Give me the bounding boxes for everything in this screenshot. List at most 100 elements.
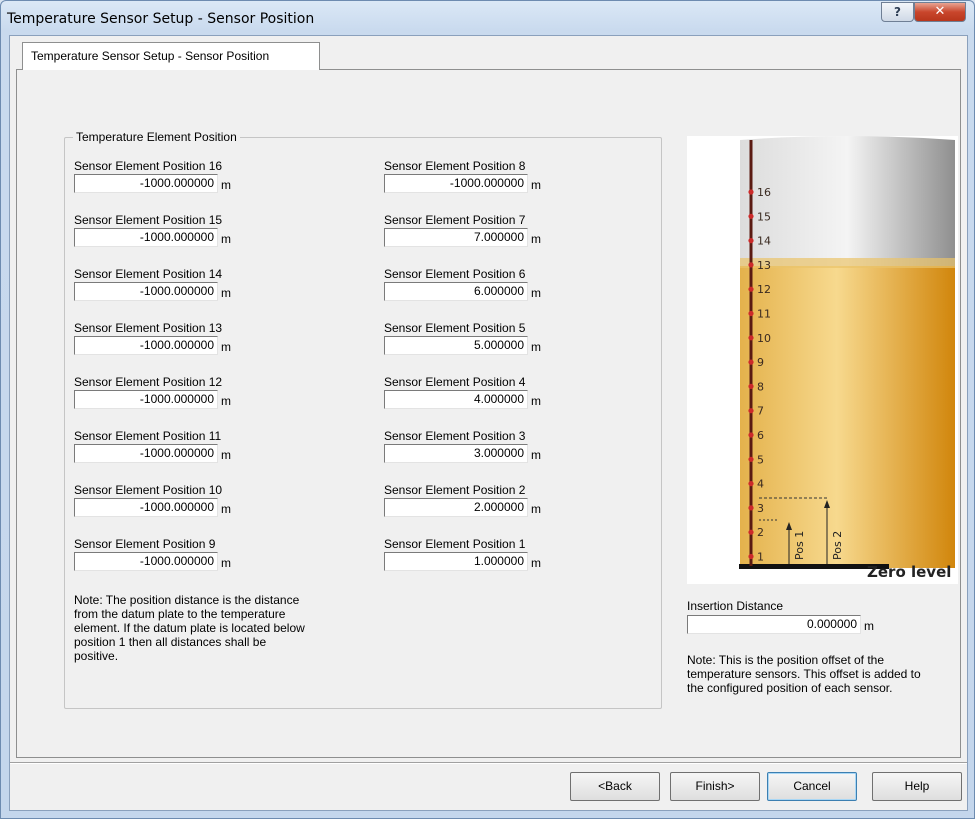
sensor-position-input[interactable]: 7.000000 [384,228,528,247]
help-title-button[interactable]: ? [881,2,914,22]
sensor-position-input[interactable]: -1000.000000 [74,174,218,193]
unit-label: m [221,502,231,516]
sensor-position-input[interactable]: -1000.000000 [74,228,218,247]
sensor-position-input[interactable]: -1000.000000 [74,336,218,355]
insertion-distance-input[interactable]: 0.000000 [687,615,861,634]
sensor-position-label: Sensor Element Position 1 [384,537,526,551]
sensor-tick-label: 8 [757,380,764,393]
sensor-tick-label: 12 [757,283,771,296]
unit-label: m [221,232,231,246]
tab-panel: Temperature Element Position Sensor Elem… [16,69,961,758]
sensor-dot [748,262,754,268]
title-bar[interactable]: Temperature Sensor Setup - Sensor Positi… [1,1,974,35]
sensor-position-label: Sensor Element Position 15 [74,213,223,227]
note-line: Note: The position distance is the dista… [74,593,300,607]
sensor-position-input[interactable]: -1000.000000 [74,282,218,301]
tank-diagram-svg: Zero level 16 15 14 13 12 11 10 9 8 7 6 5 4 3 2 1 Pos 1… [739,136,955,581]
unit-label: m [531,178,541,192]
sensor-position-input[interactable]: -1000.000000 [74,552,218,571]
sensor-tick-label: 5 [757,453,764,466]
gas-space [740,136,955,266]
pos1-label: Pos 1 [793,531,806,560]
sensor-tick-label: 13 [757,259,771,272]
sensor-position-input[interactable]: -1000.000000 [74,390,218,409]
unit-label: m [531,394,541,408]
sensor-dot [748,432,754,438]
pos2-label: Pos 2 [831,531,844,560]
sensor-position-input[interactable]: 1.000000 [384,552,528,571]
note-line: element. If the datum plate is located b… [74,621,305,635]
sensor-dot [748,383,754,389]
tank-diagram-image: Zero level 16 15 14 13 12 11 10 9 8 7 6 5 4 3 2 1 Pos 1… [687,136,958,584]
note-left: Note: The position distance is the dista… [74,593,305,663]
sensor-tick-label: 10 [757,332,771,345]
unit-label: m [531,556,541,570]
unit-label: m [221,394,231,408]
sensor-dot [748,310,754,317]
sensor-position-input[interactable]: 5.000000 [384,336,528,355]
sensor-position-input[interactable]: -1000.000000 [74,498,218,517]
close-button[interactable]: ✕ [914,2,966,22]
sensor-dot [748,456,754,462]
sensor-tick-label: 14 [757,235,771,248]
close-icon: ✕ [934,4,946,19]
sensor-position-label: Sensor Element Position 11 [74,429,222,443]
back-button[interactable]: <Back [570,772,660,801]
sensor-position-input[interactable]: 4.000000 [384,390,528,409]
sensor-position-label: Sensor Element Position 2 [384,483,526,497]
sensor-position-label: Sensor Element Position 6 [384,267,526,281]
sensor-tick-label: 16 [757,186,771,199]
sensor-position-input[interactable]: 6.000000 [384,282,528,301]
sensor-dot [748,481,754,487]
sensor-position-label: Sensor Element Position 3 [384,429,526,443]
sensor-dot [748,189,754,195]
sensor-position-input[interactable]: -1000.000000 [74,444,218,463]
group-label: Temperature Element Position [73,130,240,144]
bottom-separator [10,762,967,764]
sensor-tick-label: 6 [757,429,764,442]
note-line: from the datum plate to the temperature [74,607,286,621]
note-line: temperature sensors. This offset is adde… [687,667,921,681]
unit-label: m [531,232,541,246]
cancel-button[interactable]: Cancel [767,772,857,801]
note-line: the configured position of each sensor. [687,681,893,695]
note-line: Note: This is the position offset of the [687,653,885,667]
unit-label: m [531,448,541,462]
unit-label: m [221,286,231,300]
note-line: positive. [74,649,119,663]
note-line: position 1 then all distances shall be [74,635,267,649]
sensor-position-input[interactable]: -1000.000000 [384,174,528,193]
tab-sensor-position[interactable]: Temperature Sensor Setup - Sensor Positi… [22,42,320,70]
help-button[interactable]: Help [872,772,962,801]
sensor-position-input[interactable]: 3.000000 [384,444,528,463]
sensor-tick-label: 1 [757,551,764,564]
sensor-tick-label: 4 [757,478,764,491]
sensor-position-label: Sensor Element Position 9 [74,537,216,551]
unit-label: m [221,448,231,462]
sensor-dot [748,408,754,414]
insertion-distance-unit: m [864,619,874,633]
sensor-position-input[interactable]: 2.000000 [384,498,528,517]
unit-label: m [531,286,541,300]
sensor-position-label: Sensor Element Position 13 [74,321,223,335]
note-right: Note: This is the position offset of the… [687,653,921,695]
sensor-tick-label: 3 [757,502,764,515]
window-title: Temperature Sensor Setup - Sensor Positi… [7,11,315,27]
finish-button[interactable]: Finish> [670,772,760,801]
sensor-position-label: Sensor Element Position 4 [384,375,526,389]
sensor-dot [748,238,754,244]
sensor-dot [748,286,754,292]
sensor-position-label: Sensor Element Position 10 [74,483,223,497]
sensor-dot [748,359,754,365]
zero-level-label: Zero level [867,563,951,581]
sensor-tick-label: 11 [757,308,771,321]
sensor-position-label: Sensor Element Position 8 [384,159,526,173]
unit-label: m [531,340,541,354]
sensor-dot [748,335,754,341]
unit-label: m [221,556,231,570]
sensor-tick-label: 15 [757,210,771,223]
sensor-position-label: Sensor Element Position 7 [384,213,526,227]
unit-label: m [221,340,231,354]
unit-label: m [221,178,231,192]
question-icon: ? [894,5,901,19]
